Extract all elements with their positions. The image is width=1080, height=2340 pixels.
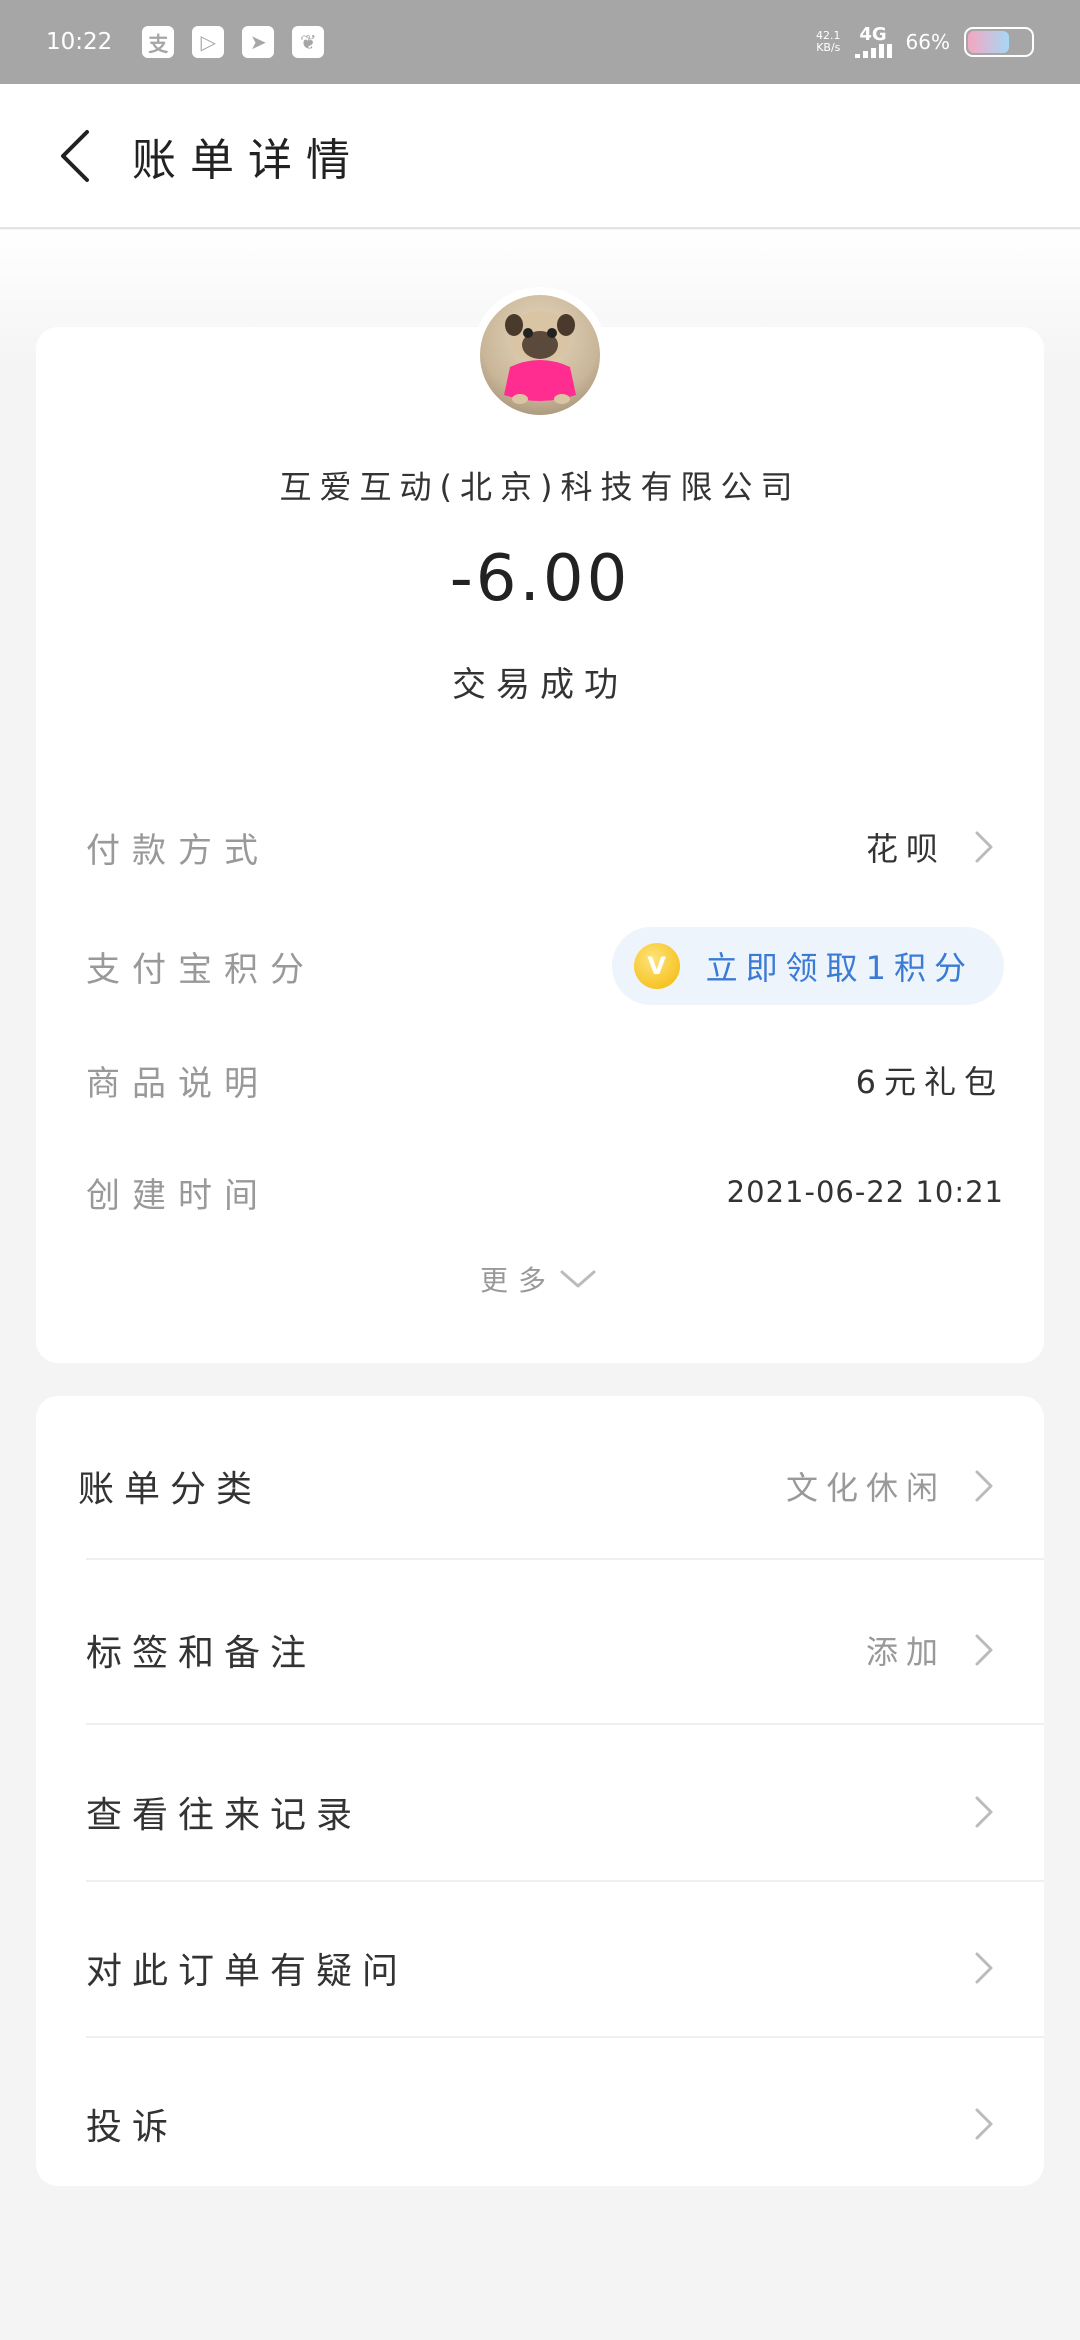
claim-points-button[interactable]: V 立即领取1积分 <box>611 927 1004 1005</box>
transaction-history-label: 查看往来记录 <box>86 1795 363 1836</box>
network-speed-unit: KB/s <box>816 41 841 54</box>
tags-notes-row[interactable]: 标签和备注 添加 <box>86 1610 1004 1690</box>
bill-category-label: 账单分类 <box>78 1469 263 1510</box>
page-title: 账单详情 <box>132 134 364 186</box>
network-speed: 42.1 KB/s <box>816 30 841 54</box>
more-button[interactable]: 更多 <box>36 1259 1044 1299</box>
network-type: 4G <box>859 24 887 45</box>
complaint-label: 投诉 <box>86 2107 179 2148</box>
complaint-row[interactable]: 投诉 <box>86 2084 1004 2164</box>
created-time-row: 创建时间 2021-06-22 10:21 <box>86 1162 1004 1222</box>
status-right: 42.1 KB/s 4G 66% <box>816 26 1034 58</box>
transaction-history-row[interactable]: 查看往来记录 <box>86 1772 1004 1852</box>
tags-notes-value-wrap: 添加 <box>866 1627 1004 1673</box>
transaction-summary-card: 互爱互动(北京)科技有限公司 -6.00 交易成功 付款方式 花呗 支付宝积分 … <box>36 287 1044 1363</box>
transaction-history-arrow <box>946 1792 1004 1832</box>
merchant-name: 互爱互动(北京)科技有限公司 <box>279 468 801 506</box>
payment-method-row[interactable]: 付款方式 花呗 <box>86 817 1004 877</box>
status-bar: 10:22 支 ▷ ➤ ❦ 42.1 KB/s 4G 66% <box>0 0 1080 84</box>
claim-points-label: 立即领取1积分 <box>705 949 974 987</box>
order-question-row[interactable]: 对此订单有疑问 <box>86 1928 1004 2008</box>
order-question-label: 对此订单有疑问 <box>86 1951 409 1992</box>
divider <box>86 1880 1044 1882</box>
telegram-icon: ➤ <box>242 26 275 58</box>
chevron-right-icon <box>975 1634 993 1666</box>
pug-illustration <box>504 311 576 404</box>
back-button[interactable] <box>40 121 110 191</box>
chevron-right-icon <box>975 1796 993 1828</box>
signal-icon: 4G <box>854 24 892 58</box>
tags-notes-value: 添加 <box>865 1633 946 1671</box>
created-time-value: 2021-06-22 10:21 <box>726 1175 1004 1209</box>
signal-bars <box>854 44 892 58</box>
created-time-label: 创建时间 <box>86 1175 270 1216</box>
shield-app-icon: ❦ <box>292 26 325 58</box>
divider <box>86 2036 1044 2038</box>
chevron-left-icon <box>61 129 89 182</box>
pug-avatar-image <box>480 295 600 415</box>
merchant-avatar <box>472 287 608 423</box>
chevron-right-icon <box>975 831 993 863</box>
payment-method-label: 付款方式 <box>86 830 270 871</box>
battery-icon <box>964 27 1034 57</box>
order-question-arrow <box>946 1948 1004 1988</box>
chevron-right-icon <box>975 1470 993 1502</box>
video-app-icon: ▷ <box>192 26 225 58</box>
transaction-amount: -6.00 <box>449 542 631 616</box>
transaction-status: 交易成功 <box>452 665 628 705</box>
app-header: 账单详情 <box>0 84 1080 229</box>
payment-method-value-wrap: 花呗 <box>866 824 1004 870</box>
product-description-value: 6元礼包 <box>855 1063 1004 1101</box>
status-time: 10:22 <box>46 29 113 55</box>
product-description-row: 商品说明 6元礼包 <box>86 1050 1004 1110</box>
battery-percent: 66% <box>905 30 950 54</box>
product-description-label: 商品说明 <box>86 1063 270 1104</box>
bill-category-value: 文化休闲 <box>785 1469 946 1507</box>
more-label: 更多 <box>479 1264 556 1297</box>
alipay-points-row: 支付宝积分 V 立即领取1积分 <box>86 924 1004 1008</box>
chevron-right-icon <box>975 1952 993 1984</box>
bill-actions-card: 账单分类 文化休闲 标签和备注 添加 查看往来记录 对此订单有疑问 投诉 <box>36 1396 1044 2186</box>
tags-notes-label: 标签和备注 <box>86 1633 317 1674</box>
notification-icons: 支 ▷ ➤ ❦ <box>142 26 325 58</box>
coin-icon: V <box>633 943 680 989</box>
chevron-right-icon <box>975 2108 993 2140</box>
divider <box>86 1723 1044 1725</box>
chevron-down-icon <box>560 1270 596 1288</box>
bill-category-value-wrap: 文化休闲 <box>786 1463 1004 1509</box>
complaint-arrow <box>946 2104 1004 2144</box>
payment-method-value: 花呗 <box>865 830 946 868</box>
bill-category-row[interactable]: 账单分类 文化休闲 <box>78 1446 1004 1526</box>
battery-fill <box>968 31 1009 53</box>
divider <box>86 1558 1044 1560</box>
alipay-points-label: 支付宝积分 <box>86 949 316 990</box>
alipay-icon: 支 <box>142 26 175 58</box>
